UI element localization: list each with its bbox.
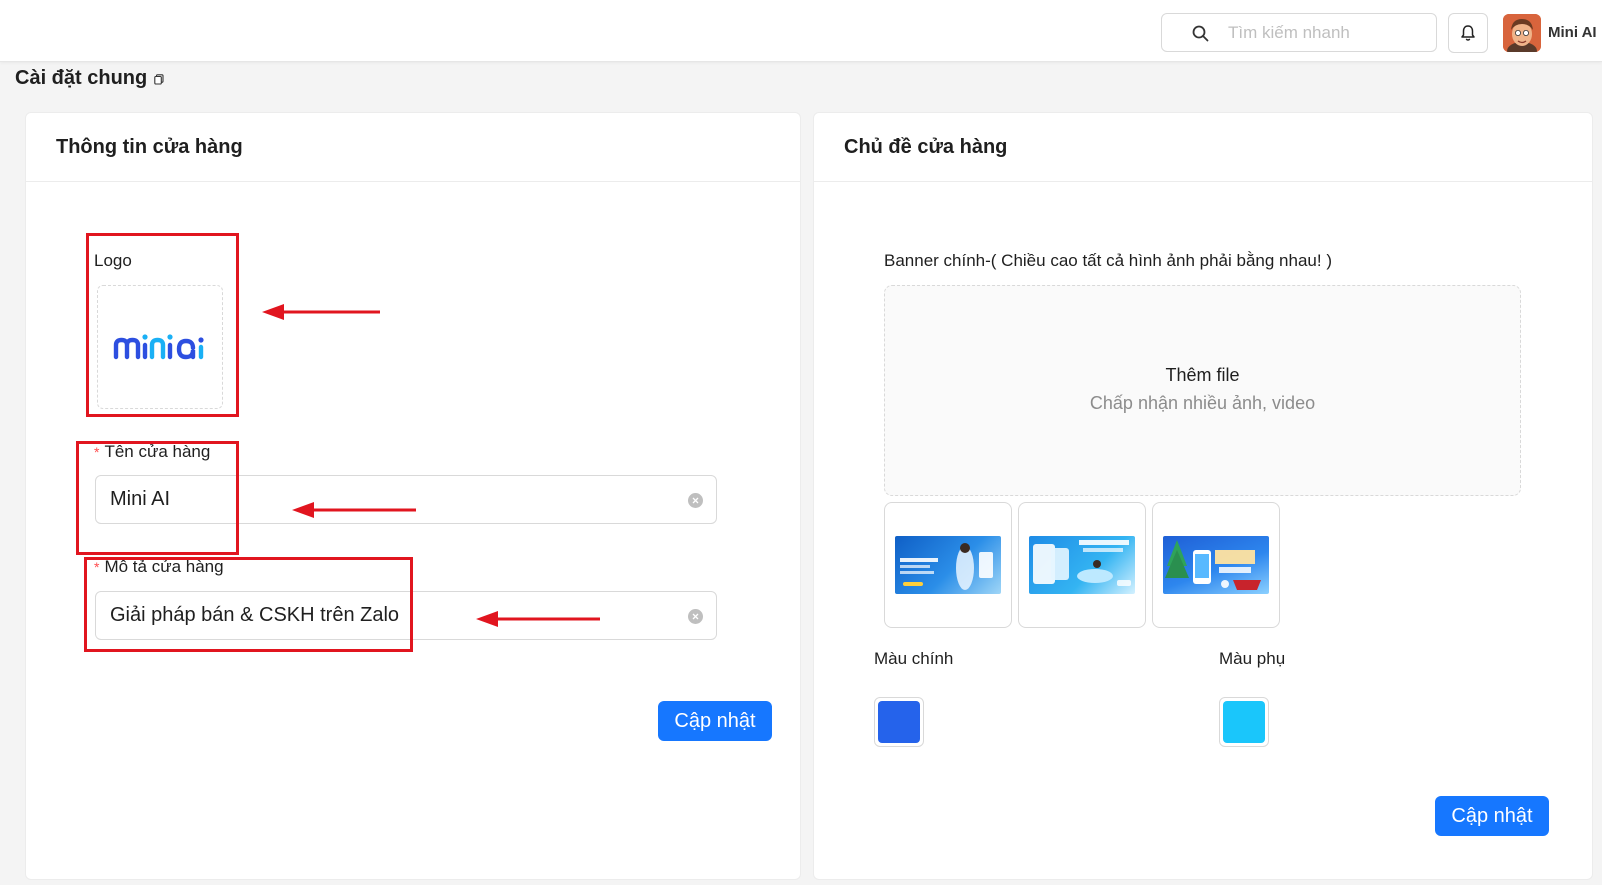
banner-thumbnail[interactable] (884, 502, 1012, 628)
upload-title: Thêm file (1165, 365, 1240, 385)
notification-button[interactable] (1448, 13, 1488, 53)
primary-color-label: Màu chính (874, 649, 954, 668)
annotation-arrow-logo (262, 304, 380, 320)
banner-image-zalo-mini-app (895, 536, 1001, 594)
store-info-title: Thông tin cửa hàng (26, 113, 800, 182)
secondary-color-picker[interactable] (1219, 697, 1269, 747)
banner-thumbnail[interactable] (1152, 502, 1280, 628)
update-store-theme-button[interactable]: Cập nhật (1435, 796, 1549, 836)
username[interactable]: Mini AI (1548, 24, 1597, 41)
primary-color-picker[interactable] (874, 697, 924, 747)
annotation-box-store-desc (84, 557, 413, 652)
clear-icon[interactable] (688, 609, 703, 624)
banner-thumbnail[interactable] (1018, 502, 1146, 628)
top-bar: Mini AI (0, 0, 1602, 62)
secondary-color-label: Màu phụ (1219, 649, 1286, 668)
update-store-info-button[interactable]: Cập nhật (658, 701, 772, 741)
search-icon (1192, 25, 1209, 42)
banner-upload-area[interactable]: Thêm file Chấp nhận nhiều ảnh, video (884, 285, 1521, 496)
user-avatar-icon (1503, 14, 1541, 52)
page-title: Cài đặt chung (15, 67, 164, 90)
banner-image-affiliate (1029, 536, 1135, 594)
search-input[interactable] (1228, 22, 1428, 44)
upload-subtitle: Chấp nhận nhiều ảnh, video (1089, 393, 1316, 413)
search-box[interactable] (1161, 13, 1437, 52)
banner-label: Banner chính-( Chiều cao tất cả hình ảnh… (884, 251, 1332, 270)
annotation-box-logo (86, 233, 239, 417)
store-theme-card: Chủ đề cửa hàng Banner chính-( Chiều cao… (813, 112, 1593, 880)
primary-color-swatch (878, 701, 920, 743)
clear-icon[interactable] (688, 493, 703, 508)
annotation-arrow-store-desc (476, 611, 600, 627)
banner-image-christmas-sale (1163, 536, 1269, 594)
bell-icon (1461, 25, 1475, 41)
secondary-color-swatch (1223, 701, 1265, 743)
annotation-box-store-name (76, 441, 239, 555)
page-title-text: Cài đặt chung (15, 67, 148, 89)
store-theme-title: Chủ đề cửa hàng (814, 113, 1592, 182)
annotation-arrow-store-name (292, 502, 416, 518)
avatar[interactable] (1503, 14, 1541, 52)
copy-icon[interactable] (154, 74, 164, 85)
